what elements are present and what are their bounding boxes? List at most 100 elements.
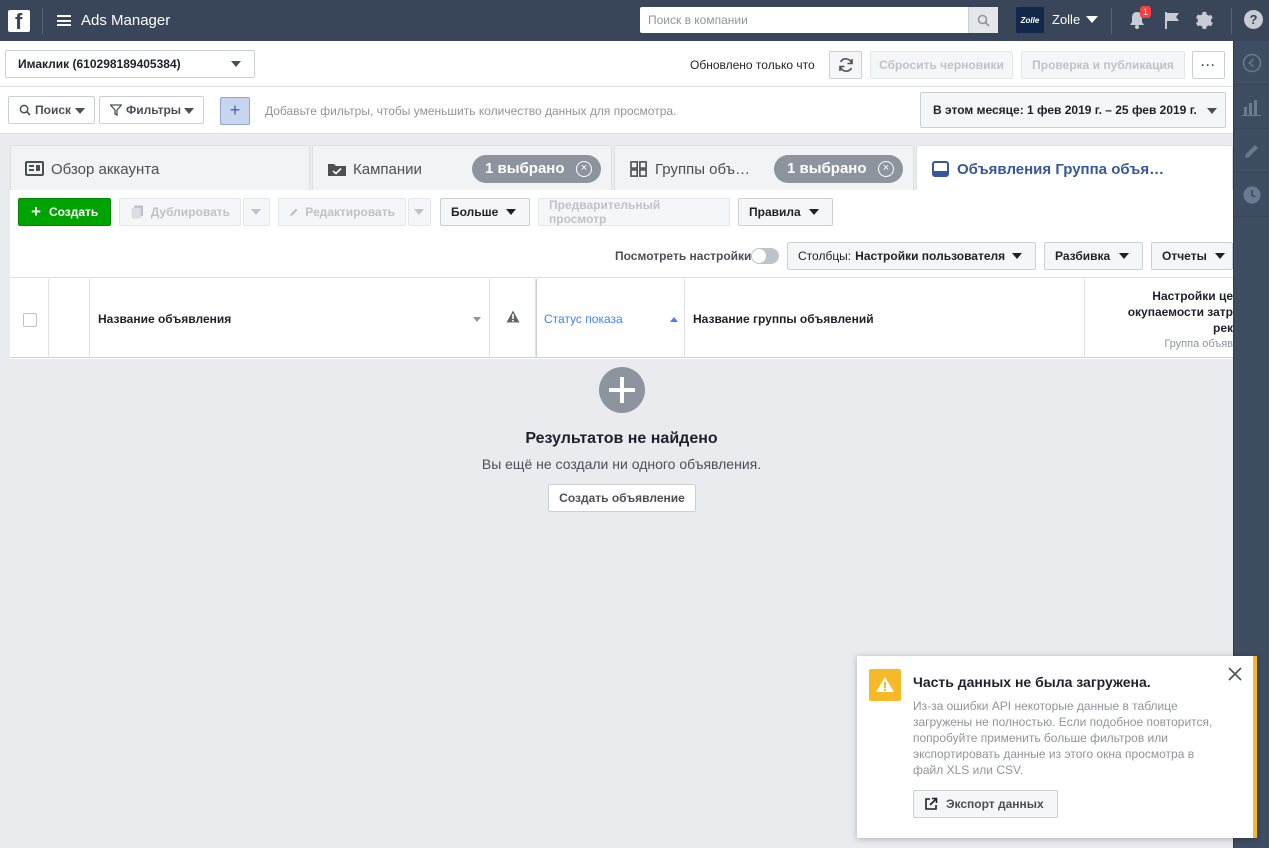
column-ad-name-label: Название объявления <box>98 312 232 326</box>
export-data-button[interactable]: Экспорт данных <box>913 790 1058 818</box>
chevron-down-icon <box>1119 253 1129 259</box>
column-ad-name[interactable]: Название объявления <box>90 279 490 358</box>
create-button[interactable]: + Создать <box>18 198 111 226</box>
selection-chip-label: 1 выбрано <box>485 160 565 177</box>
chevron-down-icon <box>414 209 424 215</box>
rules-label: Правила <box>749 205 801 219</box>
breakdown-dropdown[interactable]: Разбивка <box>1044 242 1143 270</box>
tab-account-overview[interactable]: Обзор аккаунта <box>10 145 310 190</box>
ad-icon <box>932 161 949 177</box>
more-options-button[interactable]: ··· <box>1192 51 1225 79</box>
filter-bar: Поиск Фильтры + Добавьте фильтры, чтобы … <box>0 87 1233 134</box>
view-settings-label: Посмотреть настройки <box>615 249 752 263</box>
duplicate-button[interactable]: Дублировать <box>119 198 241 226</box>
more-label: Больше <box>451 205 499 219</box>
pencil-icon <box>1245 144 1258 158</box>
rail-charts[interactable] <box>1234 85 1269 129</box>
selection-chip[interactable]: 1 выбрано × <box>774 155 903 183</box>
edit-dropdown[interactable] <box>408 198 431 226</box>
help-icon[interactable]: ? <box>1244 10 1263 29</box>
column-adset-name[interactable]: Название группы объявлений <box>685 279 1085 358</box>
search-dropdown[interactable]: Поиск <box>8 96 95 124</box>
rail-edit[interactable] <box>1234 129 1269 173</box>
filter-icon <box>110 104 122 116</box>
external-link-icon <box>925 797 938 810</box>
menu-icon[interactable] <box>57 15 71 26</box>
tab-label: Объявления Группа объя… <box>957 161 1165 178</box>
column-bid-strategy[interactable]: Настройки це окупаемости затр рек Группа… <box>1085 279 1233 358</box>
column-bid-sub: Группа объяв <box>1164 338 1233 350</box>
duplicate-dropdown[interactable] <box>243 198 270 226</box>
account-selector[interactable]: Имаклик (610298189405384) <box>5 50 255 78</box>
user-name[interactable]: Zolle <box>1052 12 1080 27</box>
sort-ascending-icon[interactable] <box>670 317 678 322</box>
date-range-label: В этом месяце: 1 фев 2019 г. – 25 фев 20… <box>933 103 1197 117</box>
chevron-down-icon <box>506 209 516 215</box>
account-name: Имаклик (610298189405384) <box>18 57 181 71</box>
column-delivery[interactable]: Статус показа <box>536 279 685 358</box>
updated-status: Обновлено только что <box>690 58 815 72</box>
create-label: Создать <box>48 205 99 219</box>
refresh-button[interactable] <box>829 51 862 79</box>
duplicate-icon <box>131 205 144 219</box>
add-filter-button[interactable]: + <box>220 97 250 125</box>
rail-collapse[interactable] <box>1234 41 1269 85</box>
tab-campaigns[interactable]: Кампании 1 выбрано × <box>312 145 612 190</box>
company-search-input[interactable] <box>640 7 968 33</box>
flag-icon[interactable] <box>1162 10 1182 30</box>
overview-icon <box>25 161 44 176</box>
account-avatar[interactable]: Zolle <box>1016 7 1044 33</box>
selection-chip-label: 1 выбрано <box>787 160 867 177</box>
chevron-left-circle-icon <box>1242 53 1262 72</box>
columns-prefix: Столбцы: <box>798 249 852 263</box>
search-label: Поиск <box>35 103 72 117</box>
more-dropdown[interactable]: Больше <box>440 198 530 226</box>
breakdown-label: Разбивка <box>1055 249 1111 263</box>
column-bid-line1: Настройки це <box>1152 289 1233 303</box>
facebook-logo-icon[interactable]: f <box>8 9 30 34</box>
empty-state-subtitle: Вы ещё не создали ни одного объявления. <box>481 456 762 472</box>
search-button[interactable] <box>968 7 998 33</box>
preview-button[interactable]: Предварительный просмотр <box>538 198 730 226</box>
rules-dropdown[interactable]: Правила <box>738 198 833 226</box>
divider <box>1231 8 1232 34</box>
column-bid-label: Настройки це окупаемости затр рек Группа… <box>1093 288 1233 352</box>
rail-history[interactable] <box>1234 173 1269 217</box>
tab-ad-sets[interactable]: Группы объ… 1 выбрано × <box>614 145 914 190</box>
chevron-down-icon <box>75 108 85 114</box>
select-all-column <box>10 279 49 358</box>
close-icon[interactable] <box>1227 666 1243 682</box>
close-icon[interactable]: × <box>576 161 592 177</box>
select-all-checkbox[interactable] <box>23 313 37 327</box>
tab-ads[interactable]: Объявления Группа объя… <box>916 145 1233 190</box>
plus-circle-icon <box>599 367 645 413</box>
tab-label: Группы объ… <box>655 161 750 178</box>
chevron-down-icon <box>251 209 261 215</box>
close-icon[interactable]: × <box>878 161 894 177</box>
discard-drafts-button[interactable]: Сбросить черновики <box>870 51 1013 79</box>
table-header: Название объявления Статус показа Назван… <box>10 279 1233 358</box>
reports-label: Отчеты <box>1162 249 1207 263</box>
chevron-down-icon[interactable] <box>473 317 481 322</box>
columns-dropdown[interactable]: Столбцы: Настройки пользователя <box>787 242 1036 270</box>
view-toolbar: Посмотреть настройки Столбцы: Настройки … <box>10 234 1233 278</box>
edit-button[interactable]: Редактировать <box>278 198 406 226</box>
date-range-picker[interactable]: В этом месяце: 1 фев 2019 г. – 25 фев 20… <box>920 92 1226 128</box>
reports-dropdown[interactable]: Отчеты <box>1151 242 1233 270</box>
divider <box>1111 8 1112 34</box>
folder-check-icon <box>328 164 346 176</box>
column-warnings[interactable] <box>490 279 536 358</box>
view-settings-toggle[interactable] <box>751 248 779 264</box>
review-publish-button[interactable]: Проверка и публикация <box>1021 51 1185 79</box>
tab-label: Обзор аккаунта <box>51 161 160 178</box>
filters-dropdown[interactable]: Фильтры <box>99 96 204 124</box>
filters-label: Фильтры <box>126 103 182 117</box>
selection-chip[interactable]: 1 выбрано × <box>472 155 601 183</box>
chevron-down-icon <box>809 209 819 215</box>
chevron-down-icon[interactable] <box>1086 16 1098 23</box>
column-delivery-label: Статус показа <box>544 312 623 326</box>
create-ad-button[interactable]: Создать объявление <box>548 484 696 512</box>
gear-icon[interactable] <box>1193 9 1214 30</box>
plus-icon: + <box>31 202 41 221</box>
toast-title: Часть данных не была загружена. <box>913 674 1151 690</box>
